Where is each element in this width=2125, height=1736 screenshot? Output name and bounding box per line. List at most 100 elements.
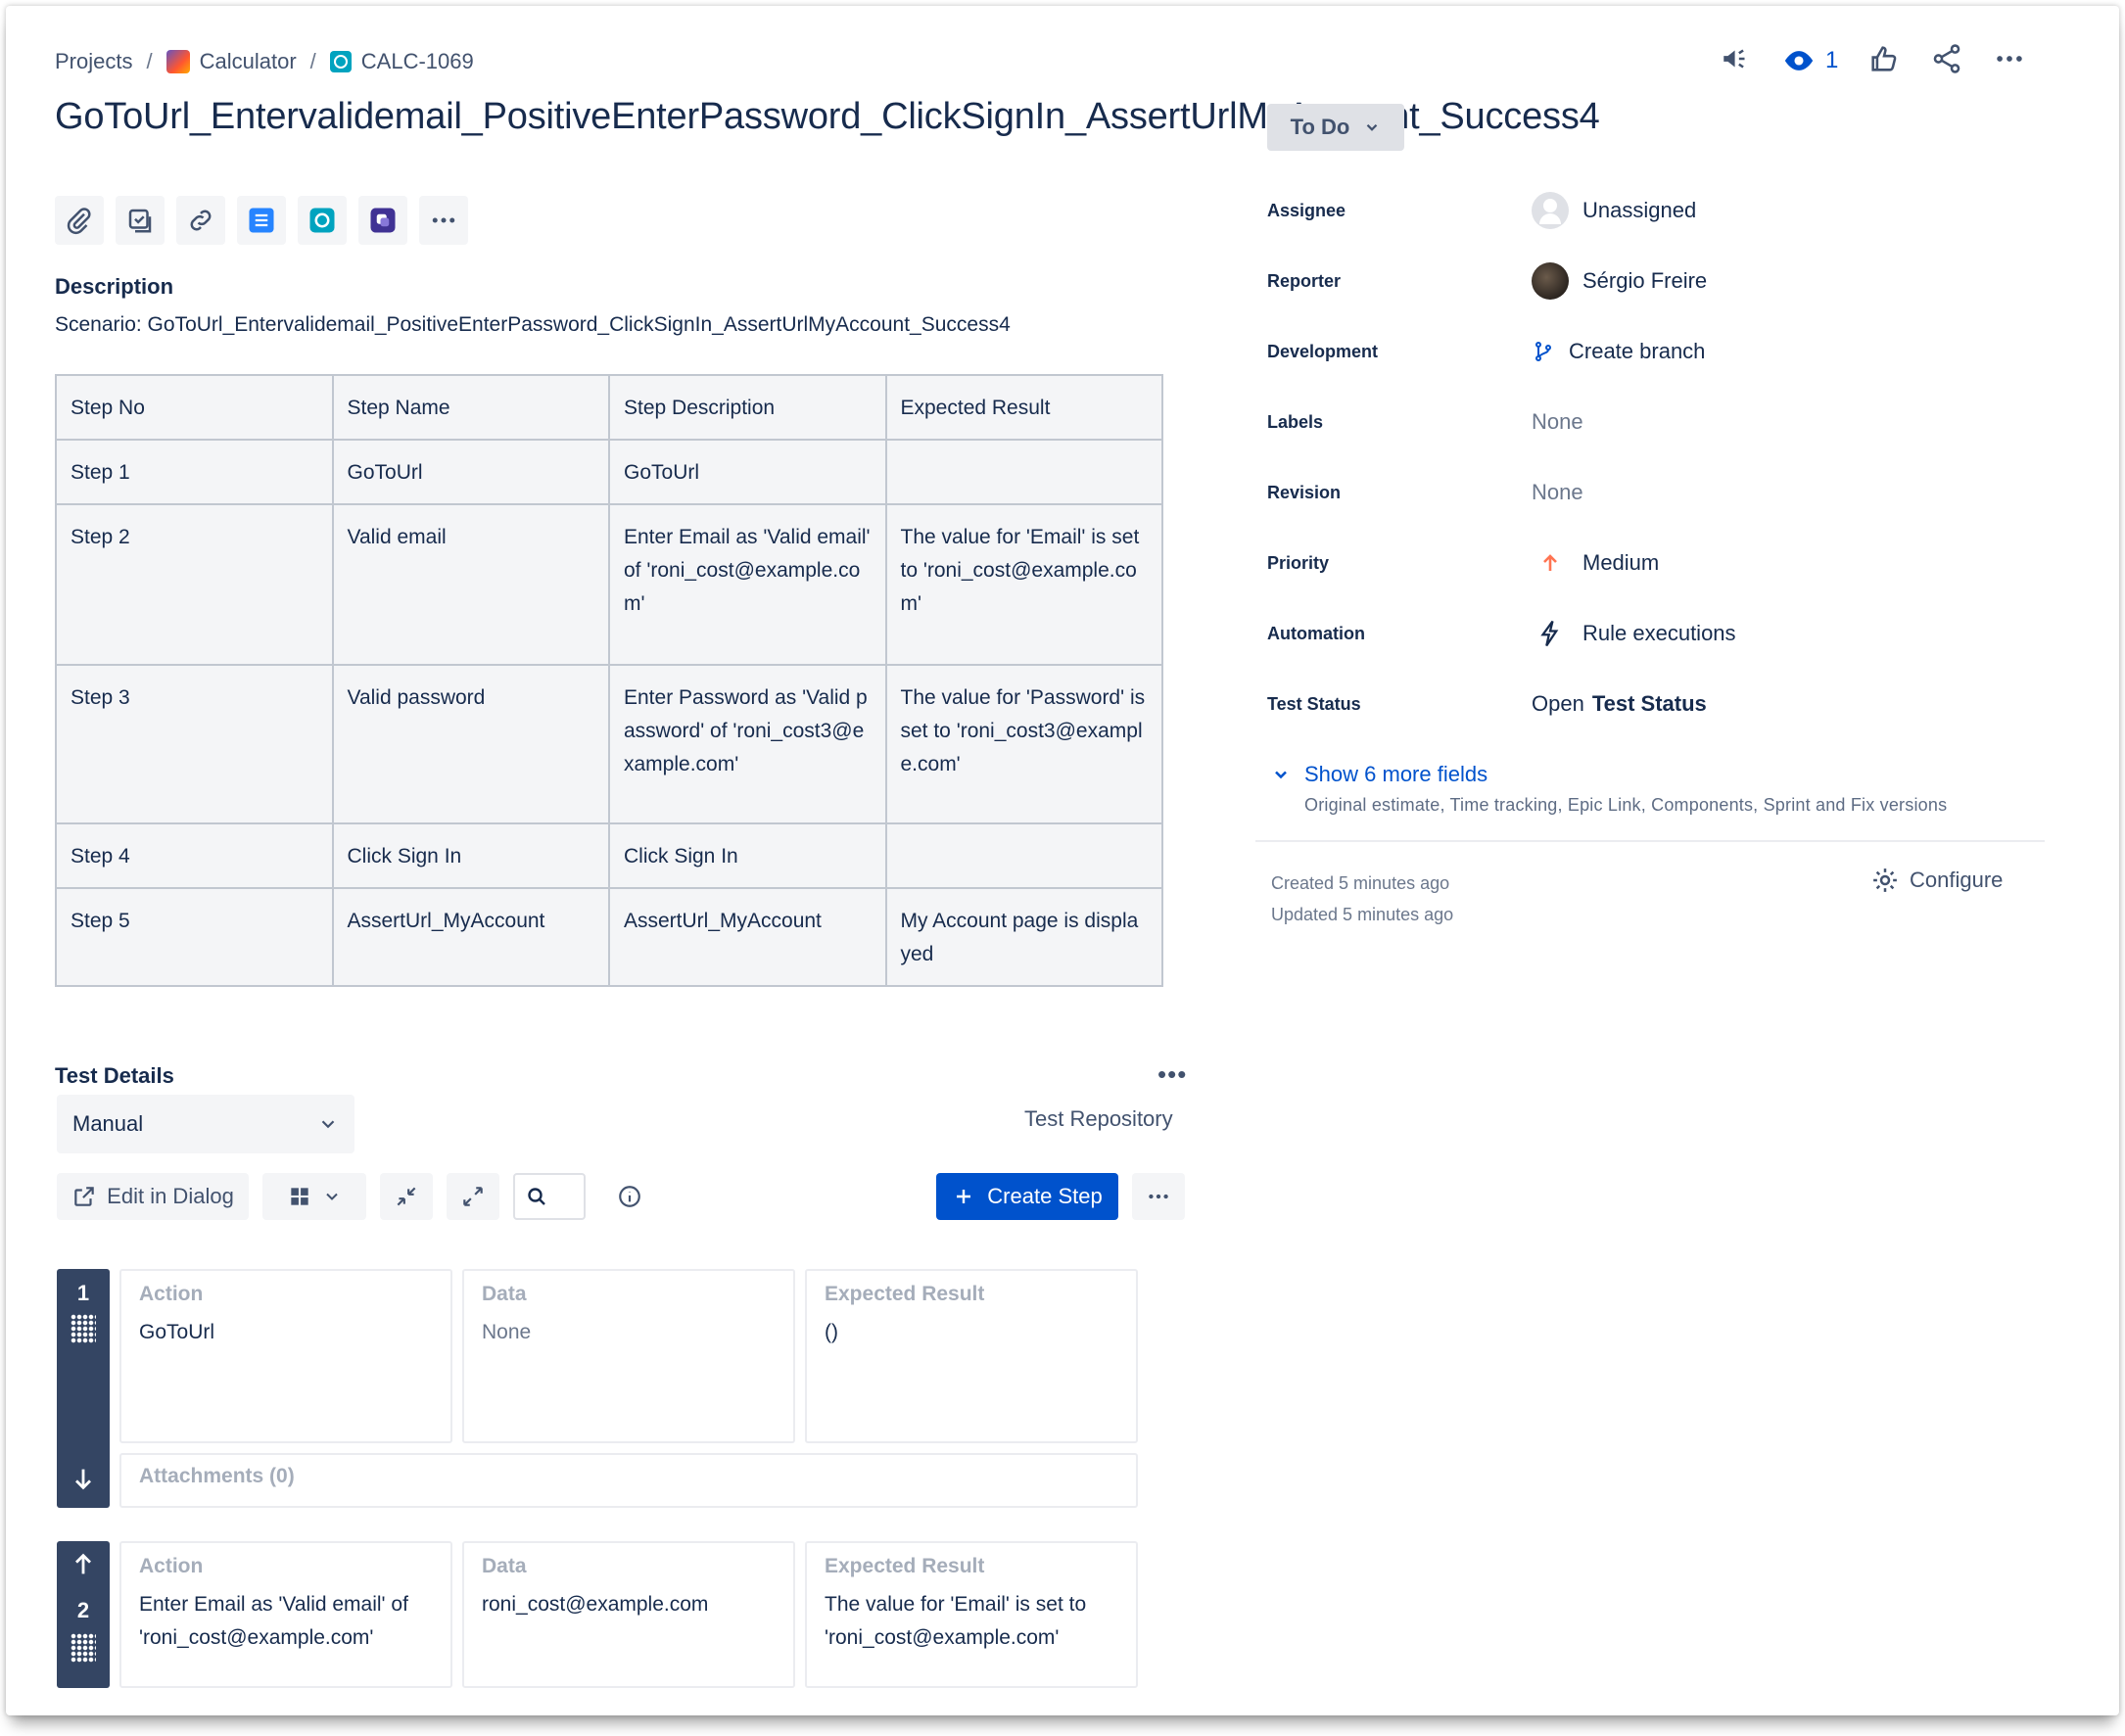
test-type-select[interactable]: Manual: [57, 1095, 354, 1153]
chevron-down-icon: [321, 1120, 335, 1129]
table-header-row: Step No Step Name Step Description Expec…: [55, 374, 1163, 441]
breadcrumb-projects[interactable]: Projects: [55, 49, 132, 74]
arrow-down-icon[interactable]: [70, 1465, 97, 1492]
show-more-fields-button[interactable]: Show 6 more fields: [1271, 762, 1488, 787]
table-cell: Step 1: [55, 439, 334, 505]
more-actions-icon[interactable]: [1993, 42, 2026, 80]
table-header-cell: Step Description: [608, 374, 887, 441]
branch-icon: [1535, 342, 1551, 361]
description-heading: Description: [55, 274, 174, 299]
table-header-cell: Expected Result: [884, 374, 1163, 441]
table-header-cell: Step No: [55, 374, 334, 441]
table-cell: Step 5: [55, 887, 334, 987]
status-dropdown[interactable]: To Do: [1267, 104, 1404, 151]
watch-button[interactable]: 1: [1782, 44, 1838, 77]
child-issue-button[interactable]: [116, 196, 165, 245]
checklist-icon: [249, 208, 274, 233]
search-steps-input[interactable]: [513, 1173, 586, 1220]
breadcrumb-separator: /: [309, 49, 316, 73]
view-mode-dropdown[interactable]: [262, 1173, 366, 1220]
created-timestamp: Created 5 minutes ago: [1271, 873, 1450, 893]
test-status-prefix: Open: [1532, 691, 1584, 716]
field-label: Assignee: [1267, 200, 1346, 220]
field-value: Medium: [1532, 550, 1659, 576]
field-automation[interactable]: Automation Rule executions: [1267, 614, 2051, 653]
info-button[interactable]: [603, 1173, 656, 1220]
reporter-value: Sérgio Freire: [1582, 268, 1708, 293]
collapse-all-button[interactable]: [380, 1173, 433, 1220]
table-cell: [884, 822, 1163, 889]
configure-button[interactable]: Configure: [1870, 866, 2003, 895]
app-button[interactable]: [358, 196, 407, 245]
field-label: Development: [1267, 341, 1379, 361]
table-cell: Click Sign In: [608, 822, 887, 889]
priority-medium-arrow-icon: [1543, 554, 1557, 571]
step-attachments[interactable]: Attachments (0): [119, 1453, 1138, 1508]
attach-button[interactable]: [55, 196, 104, 245]
more-icon: [1149, 1194, 1168, 1199]
edit-in-dialog-label: Edit in Dialog: [107, 1184, 234, 1208]
step-rail[interactable]: 2: [57, 1541, 110, 1688]
field-assignee[interactable]: Assignee Unassigned: [1267, 191, 2051, 230]
field-test-status[interactable]: Test Status Open Test Status: [1267, 684, 2051, 724]
breadcrumb-issue[interactable]: CALC-1069: [329, 49, 474, 74]
link-icon: [190, 210, 212, 231]
steps-more-button[interactable]: [1132, 1173, 1185, 1220]
table-cell: The value for 'Email' is set to 'roni_co…: [884, 503, 1163, 666]
external-link-icon: [74, 1187, 94, 1206]
step-number: 2: [76, 1598, 90, 1622]
step-rail[interactable]: 1: [57, 1269, 110, 1508]
test-details-more-button[interactable]: •••: [1157, 1059, 1187, 1090]
drag-handle-icon[interactable]: [71, 1314, 96, 1343]
plus-icon: [957, 1190, 971, 1203]
link-issue-button[interactable]: [176, 196, 225, 245]
create-step-button[interactable]: Create Step: [936, 1173, 1118, 1220]
xray-app-button[interactable]: [298, 196, 347, 245]
step-action-cell[interactable]: Action GoToUrl: [119, 1269, 452, 1443]
field-priority[interactable]: Priority Medium: [1267, 543, 2051, 583]
info-icon: [619, 1186, 640, 1207]
breadcrumb-issue-key: CALC-1069: [360, 49, 474, 73]
step-expected-cell[interactable]: Expected Result The value for 'Email' is…: [805, 1541, 1138, 1688]
labels-value: None: [1532, 409, 1583, 434]
share-icon[interactable]: [1930, 42, 1963, 80]
step-data-cell[interactable]: Data None: [462, 1269, 795, 1443]
test-repository-link[interactable]: Test Repository: [1024, 1106, 1173, 1132]
lightning-bolt-icon: [1540, 620, 1559, 647]
issue-actions: 1: [1720, 41, 2026, 80]
field-labels[interactable]: Labels None: [1267, 402, 2051, 442]
expand-all-button[interactable]: [447, 1173, 499, 1220]
table-row: Step 4 Click Sign In Click Sign In: [55, 822, 1163, 889]
description-text[interactable]: Scenario: GoToUrl_Entervalidemail_Positi…: [55, 313, 1011, 337]
step-data-cell[interactable]: Data roni_cost@example.com: [462, 1541, 795, 1688]
breadcrumb: Projects / Calculator / CALC-1069: [55, 45, 474, 78]
checklist-app-button[interactable]: [237, 196, 286, 245]
search-icon: [528, 1188, 545, 1205]
step-expected-cell[interactable]: Expected Result (): [805, 1269, 1138, 1443]
issue-view: Projects / Calculator / CALC-1069 1 GoTo…: [6, 6, 2119, 1715]
like-thumbs-up-icon[interactable]: [1867, 42, 1901, 80]
create-branch-link[interactable]: Create branch: [1532, 339, 1705, 364]
drag-handle-icon[interactable]: [71, 1633, 96, 1663]
field-revision[interactable]: Revision None: [1267, 473, 2051, 512]
issue-toolbar: [55, 196, 468, 245]
more-apps-button[interactable]: [419, 196, 468, 245]
edit-in-dialog-button[interactable]: Edit in Dialog: [57, 1173, 249, 1220]
table-cell: Step 2: [55, 503, 334, 666]
issue-title[interactable]: GoToUrl_Entervalidemail_PositiveEnterPas…: [55, 96, 1600, 137]
updated-timestamp: Updated 5 minutes ago: [1271, 905, 1454, 924]
table-cell: Step 4: [55, 822, 334, 889]
chevron-down-icon: [1275, 771, 1287, 779]
arrow-up-icon[interactable]: [70, 1551, 97, 1578]
breadcrumb-project-label: Calculator: [199, 49, 297, 73]
breadcrumb-project[interactable]: Calculator: [165, 49, 297, 74]
step-action-value: GoToUrl: [139, 1321, 215, 1343]
step-number: 1: [76, 1281, 90, 1305]
test-step-card: 2 Action Enter Email as 'Valid email' of…: [57, 1541, 1138, 1688]
step-action-cell[interactable]: Action Enter Email as 'Valid email' of '…: [119, 1541, 452, 1688]
table-cell: AssertUrl_MyAccount: [331, 887, 610, 987]
feedback-megaphone-icon[interactable]: [1720, 42, 1753, 80]
table-cell: GoToUrl: [331, 439, 610, 505]
test-step-card: 1 Action GoToUrl Data None Expected Resu…: [57, 1269, 1138, 1508]
field-reporter[interactable]: Reporter Sérgio Freire: [1267, 261, 2051, 301]
